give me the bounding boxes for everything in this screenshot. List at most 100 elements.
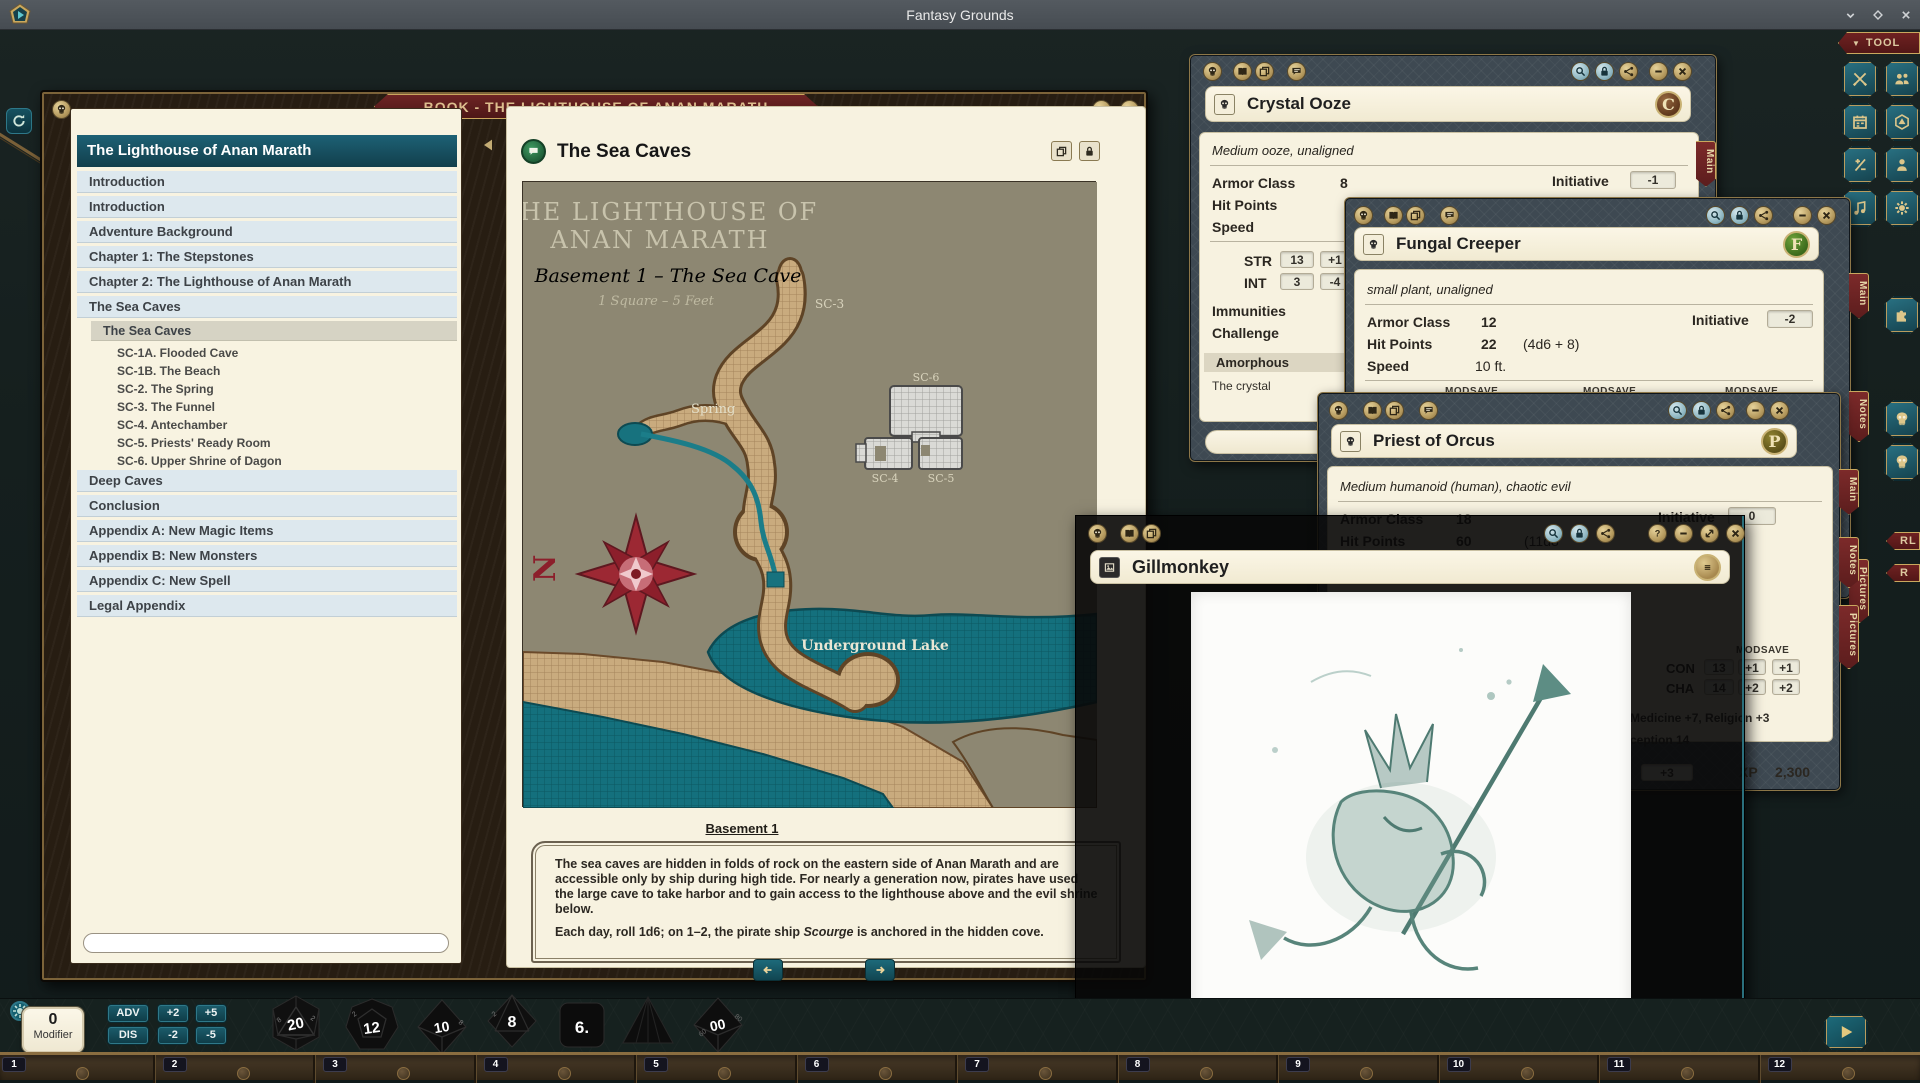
restore-window-icon[interactable] — [1864, 0, 1892, 30]
initiative-field[interactable]: -1 — [1630, 171, 1676, 189]
close-button[interactable] — [1817, 206, 1836, 225]
hotkey-slot-11[interactable]: 11 — [1607, 1057, 1631, 1072]
minimize-button[interactable] — [1746, 401, 1765, 420]
hotkey-slot-3[interactable]: 3 — [323, 1057, 347, 1072]
help-button[interactable]: ? — [1648, 524, 1667, 543]
d12-die[interactable]: 2 12 — [342, 995, 402, 1055]
tab-notes[interactable]: Notes — [1839, 537, 1859, 588]
chat-output-button[interactable] — [1287, 62, 1306, 81]
lock-page-icon[interactable] — [1079, 141, 1100, 161]
source-badge[interactable]: F — [1783, 231, 1810, 258]
d4-die[interactable] — [618, 991, 678, 1051]
lock-button[interactable] — [1570, 524, 1589, 543]
window-titlebar[interactable]: Gillmonkey — [1090, 550, 1730, 584]
hotkey-slot-1[interactable]: 1 — [2, 1057, 26, 1072]
gillmonkey-artwork[interactable] — [1191, 592, 1631, 1016]
window-titlebar[interactable]: Crystal Ooze C — [1205, 86, 1691, 122]
resize-button[interactable] — [1700, 524, 1719, 543]
toc-item[interactable]: Deep Caves — [77, 470, 457, 492]
book-view-button[interactable] — [1233, 62, 1252, 81]
tab-pictures[interactable]: Pictures — [1839, 605, 1859, 669]
source-badge[interactable]: C — [1655, 91, 1682, 118]
close-button[interactable] — [1673, 62, 1692, 81]
minus5-button[interactable]: -5 — [196, 1027, 226, 1044]
rail-dice-tower-button[interactable] — [1884, 103, 1920, 141]
toc-item[interactable]: SC-1B. The Beach — [91, 362, 457, 380]
rail-bestiary-button[interactable] — [1884, 443, 1920, 481]
d8-die[interactable]: 2 8 — [482, 991, 542, 1051]
hotkey-slot-4[interactable]: 4 — [484, 1057, 508, 1072]
npc-menu-button[interactable] — [1203, 62, 1222, 81]
map-image[interactable]: THE LIGHTHOUSE OF ANAN MARATH Basement 1… — [522, 181, 1096, 807]
zoom-button[interactable] — [1544, 524, 1563, 543]
toc-item[interactable]: Conclusion — [77, 495, 457, 517]
search-input[interactable] — [84, 934, 448, 952]
lock-button[interactable] — [1595, 62, 1614, 81]
share-button[interactable] — [1619, 62, 1638, 81]
chat-output-button[interactable] — [1419, 401, 1438, 420]
toc-item[interactable]: Legal Appendix — [77, 595, 457, 617]
rail-characters-button[interactable] — [1884, 60, 1920, 98]
share-button[interactable] — [1754, 206, 1773, 225]
clone-window-button[interactable] — [1142, 524, 1161, 543]
lock-button[interactable] — [1692, 401, 1711, 420]
book-view-button[interactable] — [1384, 206, 1403, 225]
close-window-icon[interactable] — [1892, 0, 1920, 30]
close-button[interactable] — [1770, 401, 1789, 420]
toc-item[interactable]: SC-3. The Funnel — [91, 398, 457, 416]
hotkey-slot-8[interactable]: 8 — [1126, 1057, 1150, 1072]
hotkey-bar[interactable]: 123456789101112 — [0, 1052, 1920, 1080]
window-titlebar[interactable]: Priest of Orcus P — [1331, 424, 1797, 458]
next-page-button[interactable] — [865, 959, 895, 981]
previous-page-button[interactable] — [753, 959, 783, 981]
toc-item[interactable]: SC-6. Upper Shrine of Dagon — [91, 452, 457, 470]
close-button[interactable] — [1726, 524, 1745, 543]
tab-main[interactable]: Main — [1696, 141, 1716, 187]
minimize-button[interactable] — [1793, 206, 1812, 225]
book-view-button[interactable] — [1120, 524, 1139, 543]
minus2-button[interactable]: -2 — [158, 1027, 188, 1044]
plus2-button[interactable]: +2 — [158, 1005, 188, 1022]
d6-die[interactable]: 6. — [552, 995, 612, 1055]
start-game-button[interactable] — [1824, 1014, 1868, 1050]
plus5-button[interactable]: +5 — [196, 1005, 226, 1022]
toc-item[interactable]: Appendix B: New Monsters — [77, 545, 457, 567]
toc-item[interactable]: Appendix C: New Spell — [77, 570, 457, 592]
tab-notes[interactable]: Notes — [1849, 391, 1869, 442]
zoom-button[interactable] — [1668, 401, 1687, 420]
hotkey-slot-5[interactable]: 5 — [644, 1057, 668, 1072]
image-menu-button[interactable] — [1088, 524, 1107, 543]
copy-window-icon[interactable] — [1051, 141, 1072, 161]
window-titlebar[interactable]: Fungal Creeper F — [1354, 227, 1819, 261]
zoom-button[interactable] — [1706, 206, 1725, 225]
hotkey-slot-7[interactable]: 7 — [965, 1057, 989, 1072]
book-view-button[interactable] — [1363, 401, 1382, 420]
cha-save-field[interactable]: +2 — [1772, 679, 1800, 695]
tool-rail-header[interactable]: ▼TOOL — [1838, 32, 1920, 54]
chat-share-icon[interactable] — [521, 139, 546, 164]
lock-button[interactable] — [1730, 206, 1749, 225]
toc-item[interactable]: SC-5. Priests' Ready Room — [91, 434, 457, 452]
toc-item[interactable]: Introduction — [77, 196, 457, 218]
hotkey-slot-9[interactable]: 9 — [1286, 1057, 1310, 1072]
minimize-window-icon[interactable] — [1836, 0, 1864, 30]
d100-die[interactable]: 80 60 00 — [688, 995, 748, 1055]
disadvantage-button[interactable]: DIS — [108, 1027, 148, 1044]
hotkey-slot-10[interactable]: 10 — [1447, 1057, 1471, 1072]
rail-modules-button[interactable] — [1884, 296, 1920, 334]
chat-output-button[interactable] — [1440, 206, 1459, 225]
hotkey-slot-2[interactable]: 2 — [163, 1057, 187, 1072]
book-window-icon[interactable] — [52, 100, 71, 119]
rail-npcs-button[interactable] — [1884, 400, 1920, 438]
toc-item[interactable]: SC-2. The Spring — [91, 380, 457, 398]
rail-options-button[interactable] — [1842, 60, 1878, 98]
d10-die[interactable]: 8 10 — [412, 997, 472, 1057]
d20-die[interactable]: 2 8 20 — [266, 993, 326, 1053]
collapse-toc-arrow-icon[interactable] — [480, 136, 496, 154]
rail-party-button[interactable] — [1884, 146, 1920, 184]
tab-main[interactable]: Main — [1849, 273, 1869, 319]
toc-item[interactable]: Chapter 1: The Stepstones — [77, 246, 457, 268]
toc-item[interactable]: Appendix A: New Magic Items — [77, 520, 457, 542]
rail-calendar-button[interactable] — [1842, 103, 1878, 141]
share-button[interactable] — [1596, 524, 1615, 543]
